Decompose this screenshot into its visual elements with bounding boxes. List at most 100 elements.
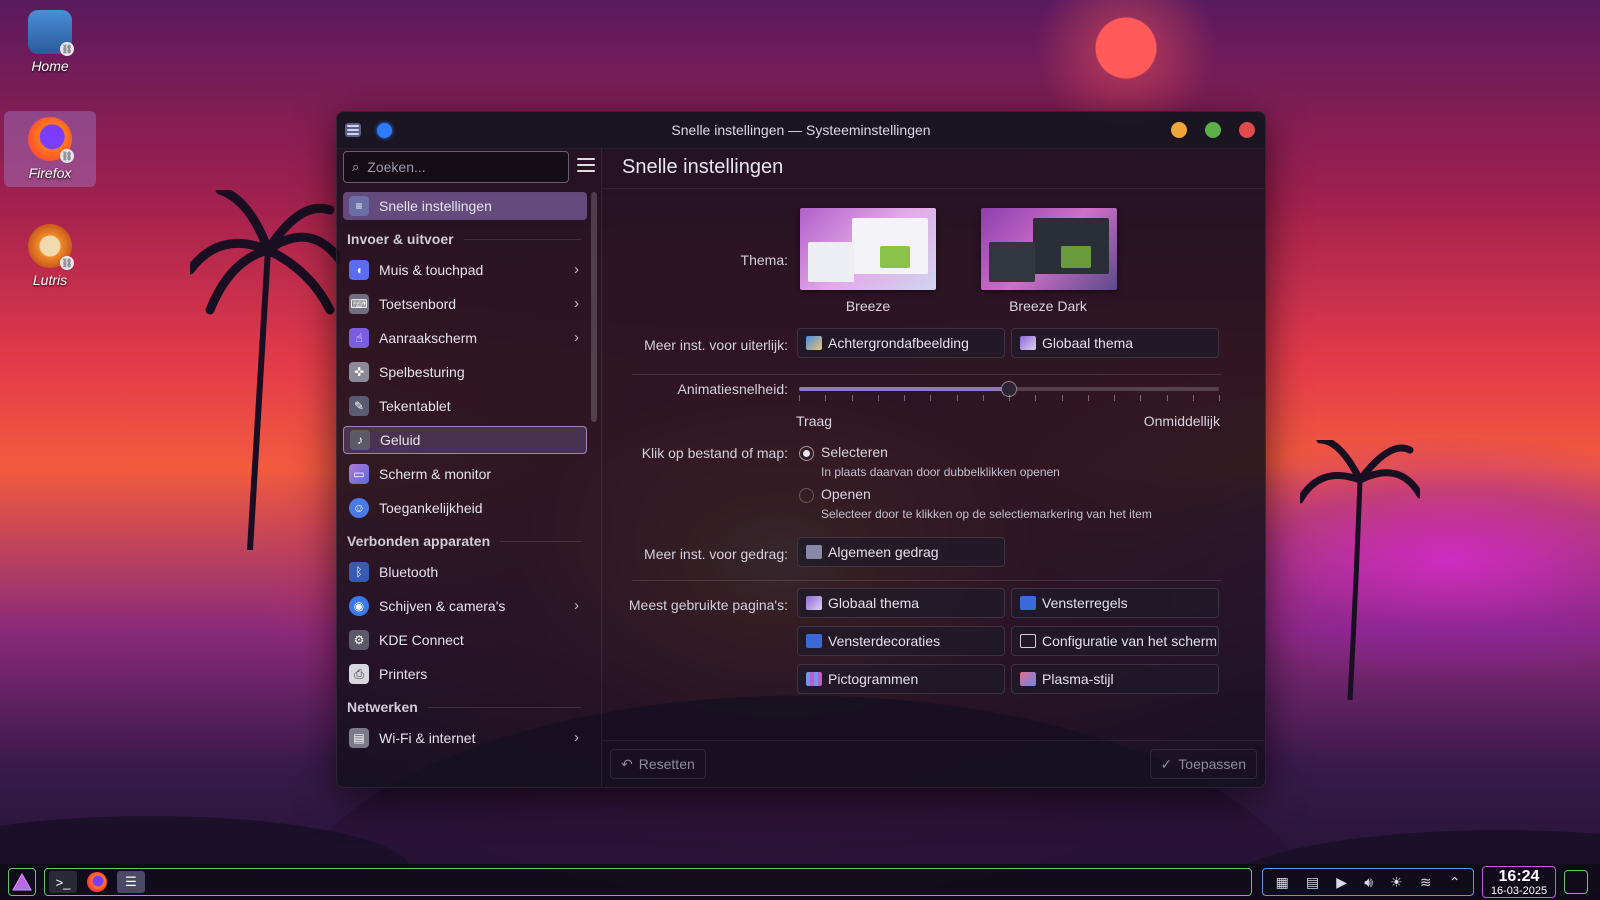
desktop-icon-lutris[interactable]: ⛓ Lutris [4,218,96,294]
sidebar-item-bluetooth[interactable]: ᛒ Bluetooth [343,558,587,586]
wallpaper-button[interactable]: Achtergrondafbeelding [797,328,1005,358]
sidebar-item-label: KDE Connect [379,632,464,648]
general-behavior-button[interactable]: Algemeen gedrag [797,537,1005,567]
system-settings-task-icon[interactable]: ☰ [117,871,145,893]
button-label: Achtergrondafbeelding [828,335,969,351]
slider-tick [1061,395,1063,401]
sidebar-item-snelle-instellingen[interactable]: ≡ Snelle instellingen [343,192,587,220]
radio-select-hint: In plaats daarvan door dubbelklikken ope… [821,465,1060,479]
sidebar-item-label: Toegankelijkheid [379,500,483,516]
global-theme-button[interactable]: Globaal thema [1011,328,1219,358]
radio-select[interactable] [799,446,814,461]
most-used-global-theme-button[interactable]: Globaal thema [797,588,1005,618]
sidebar-item-printers[interactable]: ⎙ Printers [343,660,587,688]
desktop-icon-label: Firefox [28,165,72,181]
slider-tick [1035,395,1037,401]
sidebar-item-geluid[interactable]: ♪ Geluid [343,426,587,454]
sidebar-item-wifi-internet[interactable]: ▤ Wi-Fi & internet › [343,724,587,752]
behavior-label: Meer inst. voor gedrag: [644,546,788,562]
tray-clipboard-icon[interactable]: ▤ [1306,874,1319,891]
digital-clock[interactable]: 16:24 16-03-2025 [1482,866,1556,898]
radio-select-label[interactable]: Selecteren [821,444,888,460]
section-divider [632,374,1222,375]
button-label: Algemeen gedrag [828,544,939,560]
slider-tick [1140,395,1142,401]
radio-open[interactable] [799,488,814,503]
sidebar: ⌕ ≡ Snelle instellingen Invoer & uitvoer… [337,148,602,787]
link-icon: ⛓ [60,42,74,56]
reset-button[interactable]: ↶ Resetten [610,749,706,779]
sidebar-nav: ≡ Snelle instellingen Invoer & uitvoer ◖… [343,192,587,758]
wallpaper-icon [806,336,822,350]
animation-min-label: Traag [796,413,833,429]
animation-max-label: Onmiddellijk [1143,413,1220,429]
app-launcher-button[interactable] [8,868,36,896]
section-divider [632,580,1222,581]
theme-label: Thema: [740,252,788,268]
clock-time: 16:24 [1498,868,1540,885]
sidebar-item-label: Spelbesturing [379,364,465,380]
slider-tick [956,395,958,401]
firefox-icon: ⛓ [28,117,74,163]
slider-tick [877,395,879,401]
most-used-display-config-button[interactable]: Configuratie van het scherm [1011,626,1219,656]
bluetooth-icon: ᛒ [349,562,369,582]
show-desktop-button[interactable] [1564,870,1588,894]
accessibility-icon: ☺ [349,498,369,518]
window-menu-icon[interactable] [345,123,361,137]
desktop-icon-firefox[interactable]: ⛓ Firefox [4,111,96,187]
sidebar-item-toegankelijkheid[interactable]: ☺ Toegankelijkheid [343,494,587,522]
lutris-icon: ⛓ [28,224,74,270]
sidebar-section-title: Netwerken [343,694,587,720]
sidebar-item-scherm-monitor[interactable]: ▭ Scherm & monitor [343,460,587,488]
slider-tick [982,395,984,401]
search-box[interactable]: ⌕ [343,151,569,183]
most-used-window-decorations-button[interactable]: Vensterdecoraties [797,626,1005,656]
window-titlebar[interactable]: Snelle instellingen — Systeeminstellinge… [337,112,1265,149]
theme-thumbnail-breeze[interactable] [800,208,936,290]
sidebar-item-schijven-cameras[interactable]: ◉ Schijven & camera's › [343,592,587,620]
close-button[interactable] [1239,122,1255,138]
button-label: Plasma-stijl [1042,671,1114,687]
hamburger-menu-icon[interactable] [577,158,595,172]
button-label: Vensterdecoraties [828,633,941,649]
settings-window: Snelle instellingen — Systeeminstellinge… [336,111,1266,788]
slider-tick [1166,395,1168,401]
most-used-window-rules-button[interactable]: Vensterregels [1011,588,1219,618]
tray-network-icon[interactable]: ▦ [1276,874,1289,891]
tray-media-icon[interactable]: ▶ [1336,874,1347,891]
radio-open-label[interactable]: Openen [821,486,871,502]
most-used-icons-button[interactable]: Pictogrammen [797,664,1005,694]
sidebar-item-spelbesturing[interactable]: ✜ Spelbesturing [343,358,587,386]
undo-icon: ↶ [621,755,633,772]
sidebar-item-aanraakscherm[interactable]: ☝ Aanraakscherm › [343,324,587,352]
minimize-button[interactable] [1171,122,1187,138]
tray-expand-icon[interactable]: ⌃ [1449,874,1461,891]
sidebar-scrollbar[interactable] [591,192,597,422]
desktop-icon-home[interactable]: ⛓ Home [4,4,96,80]
button-label: Resetten [638,756,695,772]
folder-icon: ⛓ [28,10,74,56]
sidebar-item-kde-connect[interactable]: ⚙ KDE Connect [343,626,587,654]
appearance-label: Meer inst. voor uiterlijk: [644,337,788,353]
desktop-icon-label: Home [31,58,69,74]
touchscreen-icon: ☝ [349,328,369,348]
apply-button[interactable]: ✓ Toepassen [1149,749,1257,779]
pin-button[interactable] [377,122,392,138]
search-input[interactable] [365,158,550,176]
tray-wifi-icon[interactable]: ≋ [1420,874,1432,891]
chevron-right-icon: › [574,729,579,746]
firefox-task-icon[interactable] [83,871,111,893]
tray-volume-icon[interactable]: 🔊︎ [1364,874,1373,891]
page-title: Snelle instellingen [622,156,784,178]
system-tray: ▦ ▤ ▶ 🔊︎ ☀ ≋ ⌃ [1262,868,1474,896]
tray-brightness-icon[interactable]: ☀ [1390,874,1403,891]
most-used-plasma-style-button[interactable]: Plasma-stijl [1011,664,1219,694]
theme-thumbnail-breeze-dark[interactable] [981,208,1117,290]
sidebar-item-label: Bluetooth [379,564,439,580]
maximize-button[interactable] [1205,122,1221,138]
sidebar-item-toetsenbord[interactable]: ⌨ Toetsenbord › [343,290,587,318]
sidebar-item-muis-touchpad[interactable]: ◖ Muis & touchpad › [343,256,587,284]
terminal-task-icon[interactable]: >_ [49,871,77,893]
sidebar-item-tekentablet[interactable]: ✎ Tekentablet [343,392,587,420]
